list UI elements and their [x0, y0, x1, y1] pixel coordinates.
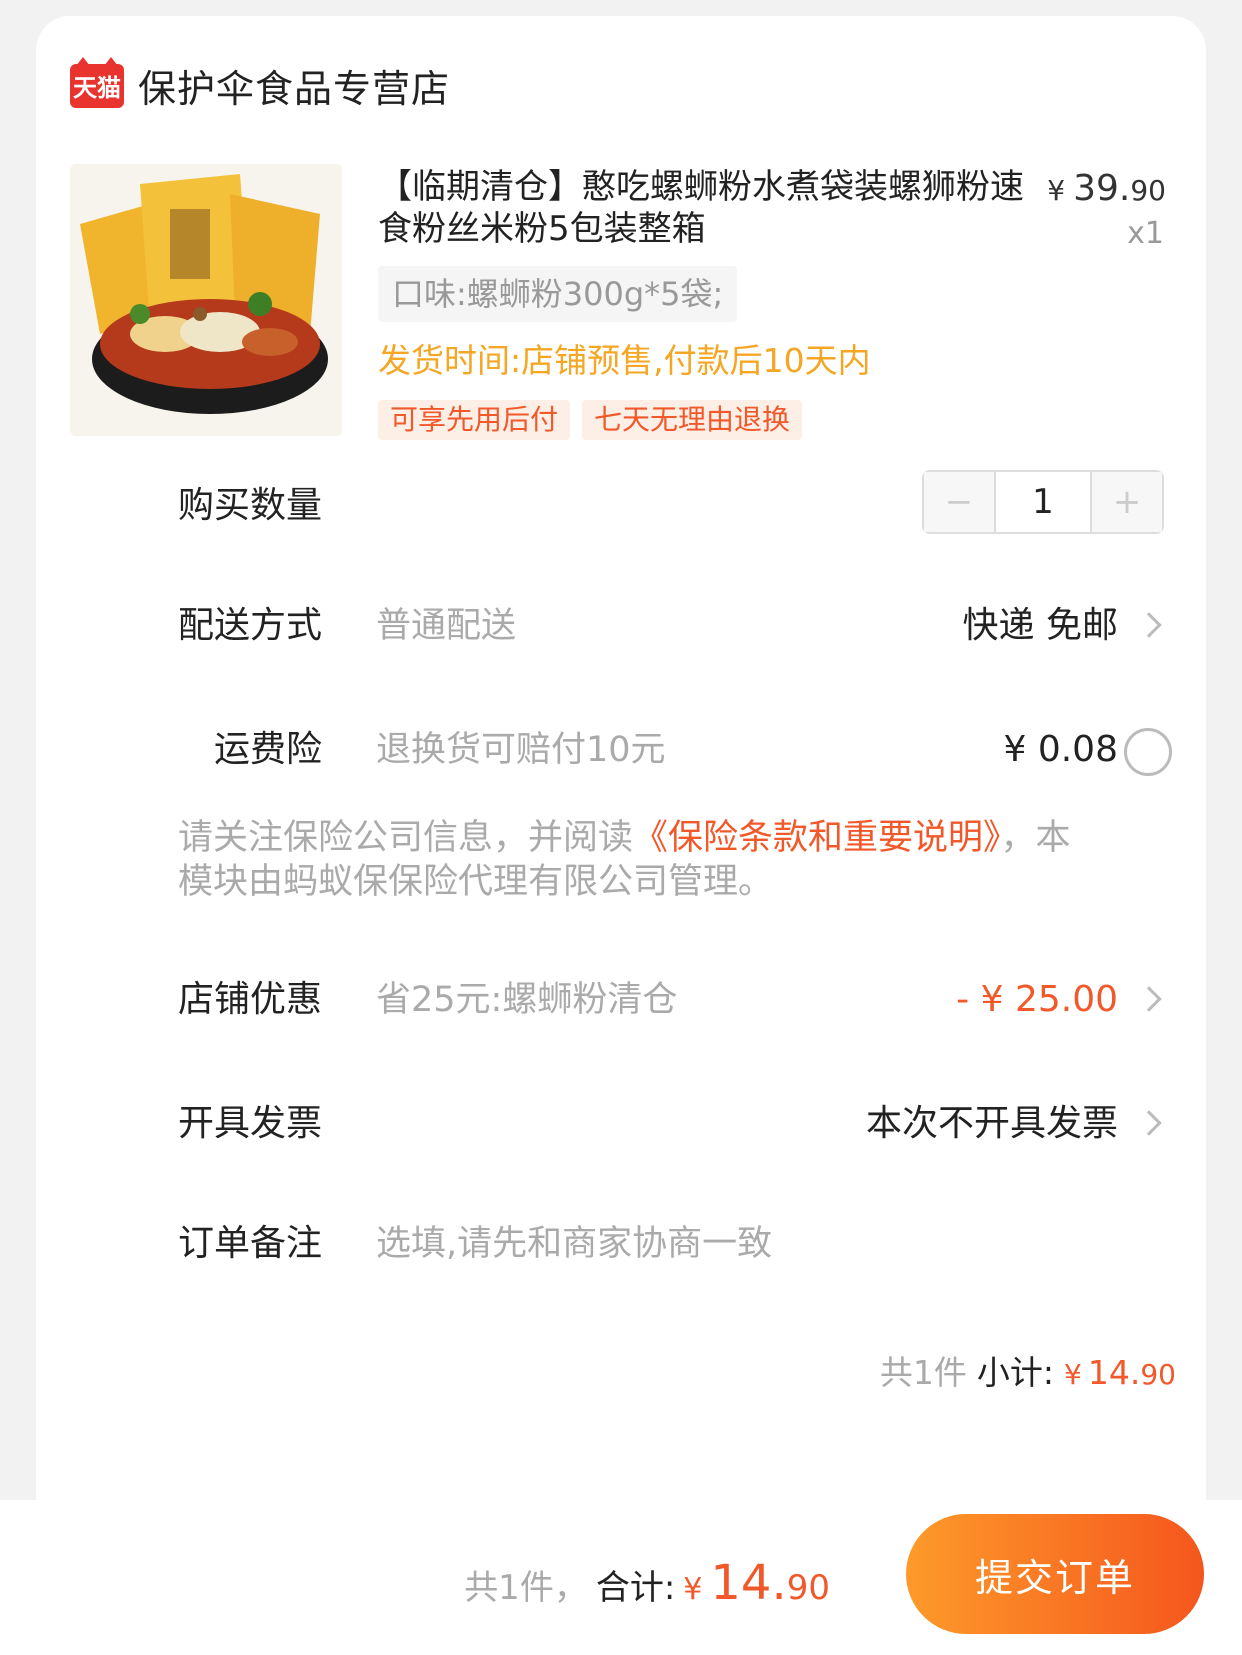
price-decimal: 90	[1130, 174, 1166, 207]
total-amount: ¥14.90	[683, 1555, 830, 1611]
subtotal: 共1件 小计: ¥14.90	[880, 1346, 1176, 1394]
quantity-stepper[interactable]: − 1 +	[922, 470, 1164, 534]
delivery-desc: 普通配送	[376, 606, 517, 646]
insurance-label: 运费险	[213, 729, 322, 770]
tmall-logo: 天猫	[70, 56, 124, 108]
invoice-label: 开具发票	[177, 1103, 322, 1144]
chevron-right-icon[interactable]	[1136, 1110, 1162, 1136]
increment-button[interactable]: +	[1092, 472, 1162, 532]
subtotal-integer: 14.	[1087, 1353, 1141, 1392]
remark-input[interactable]: 选填,请先和商家协商一致	[376, 1214, 772, 1274]
product-quantity: x1	[1127, 216, 1164, 251]
total-count: 共1件，	[464, 1568, 588, 1608]
ship-time: 发货时间:店铺预售,付款后10天内	[378, 341, 871, 380]
chevron-right-icon[interactable]	[1136, 612, 1162, 638]
insurance-row: 运费险 退换货可赔付10元 ¥ 0.08	[36, 720, 1206, 780]
product-title[interactable]: 【临期清仓】憨吃螺蛳粉水煮袋装螺狮粉速食粉丝米粉5包装整箱	[378, 166, 1048, 250]
subtotal-count: 共1件	[879, 1353, 967, 1392]
discount-value[interactable]: - ¥ 25.00	[956, 970, 1118, 1030]
checkout-bar: 共1件， 合计: ¥14.90 提交订单	[0, 1500, 1242, 1655]
insurance-desc: 退换货可赔付10元	[376, 730, 666, 770]
delivery-row[interactable]: 配送方式 普通配送 快递 免邮	[36, 596, 1206, 656]
quantity-row: 购买数量 − 1 +	[36, 470, 1206, 536]
tag-pay-later: 可享先用后付	[378, 400, 571, 440]
total-integer: 14.	[710, 1555, 787, 1611]
shop-header[interactable]: 天猫 保护伞食品专营店	[70, 56, 450, 113]
submit-order-button[interactable]: 提交订单	[906, 1514, 1204, 1634]
subtotal-decimal: 90	[1140, 1358, 1176, 1391]
remark-row[interactable]: 订单备注 选填,请先和商家协商一致	[36, 1214, 1206, 1274]
quantity-value[interactable]: 1	[994, 472, 1092, 532]
subtotal-label: 小计:	[976, 1353, 1055, 1392]
price-currency: ¥	[1047, 174, 1066, 207]
order-card: 天猫 保护伞食品专营店 【临期清仓】憨吃螺蛳粉水煮袋装螺狮粉速食粉丝米粉5包装整…	[36, 16, 1206, 1536]
product-price: ¥39.90	[1047, 168, 1166, 209]
subtotal-currency: ¥	[1064, 1358, 1082, 1391]
insurance-radio[interactable]	[1124, 728, 1172, 776]
delivery-value[interactable]: 快递 免邮	[963, 596, 1118, 656]
remark-label: 订单备注	[177, 1223, 322, 1264]
invoice-value[interactable]: 本次不开具发票	[866, 1094, 1118, 1154]
chevron-right-icon[interactable]	[1136, 986, 1162, 1012]
discount-row[interactable]: 店铺优惠 省25元:螺蛳粉清仓 - ¥ 25.00	[36, 970, 1206, 1030]
insurance-terms-link[interactable]: 《保险条款和重要说明》	[633, 818, 1001, 858]
service-tags: 可享先用后付 七天无理由退换	[378, 400, 803, 440]
discount-label: 店铺优惠	[177, 979, 322, 1020]
shop-name[interactable]: 保护伞食品专营店	[138, 58, 450, 113]
insurance-notice: 请关注保险公司信息，并阅读《保险条款和重要说明》，本模块由蚂蚁保保险代理有限公司…	[178, 816, 1078, 904]
subtotal-amount: ¥14.90	[1064, 1353, 1176, 1392]
notice-prefix: 请关注保险公司信息，并阅读	[178, 818, 634, 858]
order-total: 共1件， 合计: ¥14.90	[464, 1555, 830, 1611]
discount-desc: 省25元:螺蛳粉清仓	[376, 980, 678, 1020]
insurance-price: ¥ 0.08	[1003, 729, 1118, 770]
delivery-label: 配送方式	[177, 605, 322, 646]
sku-selection[interactable]: 口味:螺蛳粉300g*5袋;	[378, 266, 738, 322]
total-label: 合计:	[595, 1568, 676, 1608]
noodle-product-illustration	[70, 164, 342, 436]
quantity-label: 购买数量	[177, 485, 322, 526]
invoice-row[interactable]: 开具发票 本次不开具发票	[36, 1094, 1206, 1154]
product-image[interactable]	[70, 164, 342, 436]
tag-seven-day-return: 七天无理由退换	[582, 400, 803, 440]
total-currency: ¥	[683, 1572, 703, 1607]
decrement-button[interactable]: −	[924, 472, 994, 532]
price-integer: 39.	[1073, 168, 1131, 209]
total-decimal: 90	[786, 1568, 830, 1608]
